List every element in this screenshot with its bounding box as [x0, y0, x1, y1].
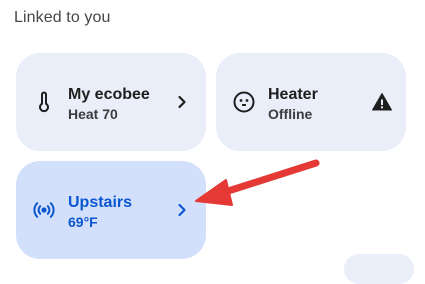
device-tile-upstairs[interactable]: Upstairs 69°F: [16, 161, 206, 259]
device-tile-heater[interactable]: Heater Offline: [216, 53, 406, 151]
warning-icon: [370, 90, 394, 114]
thermometer-icon: [32, 90, 56, 114]
device-name: My ecobee: [68, 86, 150, 103]
sensor-broadcast-icon: [32, 198, 56, 222]
section-title: Linked to you: [14, 9, 111, 26]
device-status: 69°F: [68, 214, 98, 230]
device-tile-partial[interactable]: [344, 254, 414, 284]
outlet-icon: [232, 90, 256, 114]
device-name: Heater: [268, 86, 318, 103]
device-status: Offline: [268, 106, 313, 122]
device-tile-my-ecobee[interactable]: My ecobee Heat 70: [16, 53, 206, 151]
chevron-right-icon[interactable]: [170, 198, 194, 222]
device-name: Upstairs: [68, 194, 133, 211]
chevron-right-icon[interactable]: [170, 90, 194, 114]
device-status: Heat 70: [68, 106, 118, 122]
